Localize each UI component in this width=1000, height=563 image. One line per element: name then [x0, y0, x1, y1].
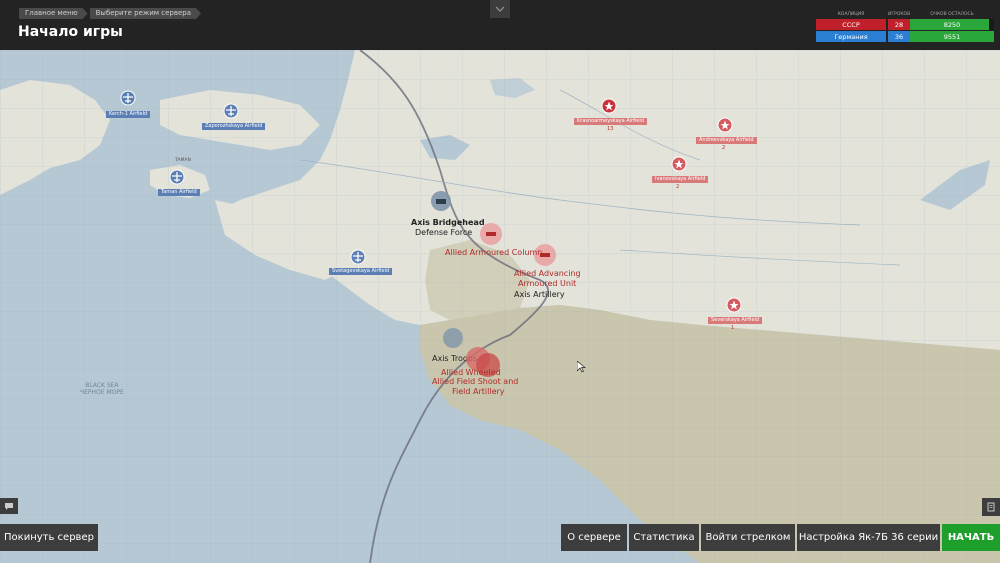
- star-icon[interactable]: [671, 156, 687, 176]
- sea-label: BLACK SEA ЧЕРНОЕ МОРЕ: [80, 382, 124, 396]
- breadcrumb: Главное меню Выберите режим сервера: [19, 8, 201, 19]
- sea-label-ru: ЧЕРНОЕ МОРЕ: [80, 389, 124, 396]
- axis-unit-icon[interactable]: [442, 327, 464, 353]
- plane-icon[interactable]: [223, 103, 239, 123]
- plane-icon[interactable]: [169, 169, 185, 189]
- player-count: 2: [676, 184, 680, 190]
- airfield-label: Ivanovskaya Airfield: [652, 176, 709, 183]
- town-label: TAMAN: [175, 158, 191, 163]
- team-points: 8250: [943, 20, 961, 29]
- collapse-button[interactable]: [490, 0, 510, 18]
- chevron-down-icon: [495, 6, 505, 12]
- team-points-bar: 9551: [910, 31, 994, 42]
- team-players: 36: [888, 31, 910, 42]
- airfield-label: Svetagevskaya Airfield: [329, 268, 393, 275]
- mission-map[interactable]: BLACK SEA ЧЕРНОЕ МОРЕ TAMAN Kerch-1 Airf…: [0, 50, 1000, 563]
- scoreboard-row-ussr: СССР 28 8250: [816, 19, 994, 30]
- allied-unit-icon[interactable]: [479, 222, 503, 250]
- cursor-icon: [577, 361, 586, 373]
- star-icon[interactable]: [726, 297, 742, 317]
- team-players: 28: [888, 19, 910, 30]
- airfield-label: Andreevskaya Airfield: [696, 137, 757, 144]
- team-name: СССР: [816, 19, 886, 30]
- unit-label: Armoured Unit: [518, 279, 577, 288]
- aircraft-setup-button[interactable]: Настройка Як-7Б 36 серии: [797, 524, 940, 551]
- axis-unit-icon[interactable]: [430, 190, 452, 216]
- top-bar: Главное меню Выберите режим сервера Нача…: [0, 0, 1000, 50]
- sea-label-en: BLACK SEA: [85, 382, 119, 389]
- scoreboard-row-germany: Германия 36 9551: [816, 31, 994, 42]
- airfield-label: Taman Airfield: [158, 189, 200, 196]
- leave-server-button[interactable]: Покинуть сервер: [0, 524, 98, 551]
- unit-label: Allied Wheeled: [441, 368, 501, 377]
- breadcrumb-main-menu[interactable]: Главное меню: [19, 8, 88, 19]
- unit-label: Allied Armoured Column: [445, 248, 543, 257]
- side-panel-button[interactable]: [982, 498, 1000, 516]
- player-count: 13: [607, 126, 614, 132]
- airfield-label: Kerch-1 Airfield: [106, 111, 151, 118]
- star-icon[interactable]: [601, 98, 617, 118]
- player-count: 1: [731, 325, 735, 331]
- airfield-label: Zaporozhskaya Airfield: [202, 123, 266, 130]
- unit-label: Axis Artillery: [514, 290, 565, 299]
- header-players: ИГРОКОВ: [888, 12, 911, 17]
- document-icon: [987, 502, 995, 512]
- chat-button[interactable]: [0, 498, 18, 514]
- join-gunner-button[interactable]: Войти стрелком: [701, 524, 795, 551]
- breadcrumb-server-mode[interactable]: Выберите режим сервера: [90, 8, 201, 19]
- airfield-label: Severskaya Airfield: [708, 317, 763, 324]
- page-title: Начало игры: [18, 24, 123, 40]
- scoreboard-header: КОАЛИЦИЯ ИГРОКОВ ОЧКОВ ОСТАЛОСЬ: [816, 10, 994, 19]
- team-points: 9551: [943, 32, 961, 41]
- unit-label: Defense Force: [415, 228, 473, 237]
- map-terrain: [0, 50, 1000, 563]
- chat-icon: [5, 502, 13, 510]
- plane-icon[interactable]: [120, 90, 136, 110]
- header-coalition: КОАЛИЦИЯ: [837, 12, 865, 17]
- about-server-button[interactable]: О сервере: [561, 524, 627, 551]
- unit-label: Allied Field Shoot and: [432, 377, 519, 386]
- star-icon[interactable]: [717, 117, 733, 137]
- unit-label: Field Artillery: [452, 387, 505, 396]
- airfield-label: Krasnoarmeyskaya Airfield: [574, 118, 647, 125]
- team-points-bar: 8250: [910, 19, 994, 30]
- scoreboard: КОАЛИЦИЯ ИГРОКОВ ОЧКОВ ОСТАЛОСЬ СССР 28 …: [816, 10, 994, 43]
- statistics-button[interactable]: Статистика: [629, 524, 699, 551]
- start-button[interactable]: НАЧАТЬ: [942, 524, 1000, 551]
- unit-label: Allied Advancing: [514, 269, 581, 278]
- team-name: Германия: [816, 31, 886, 42]
- unit-label: Axis Bridgehead: [411, 218, 485, 227]
- player-count: 2: [722, 145, 726, 151]
- header-points: ОЧКОВ ОСТАЛОСЬ: [930, 12, 974, 17]
- plane-icon[interactable]: [350, 249, 366, 269]
